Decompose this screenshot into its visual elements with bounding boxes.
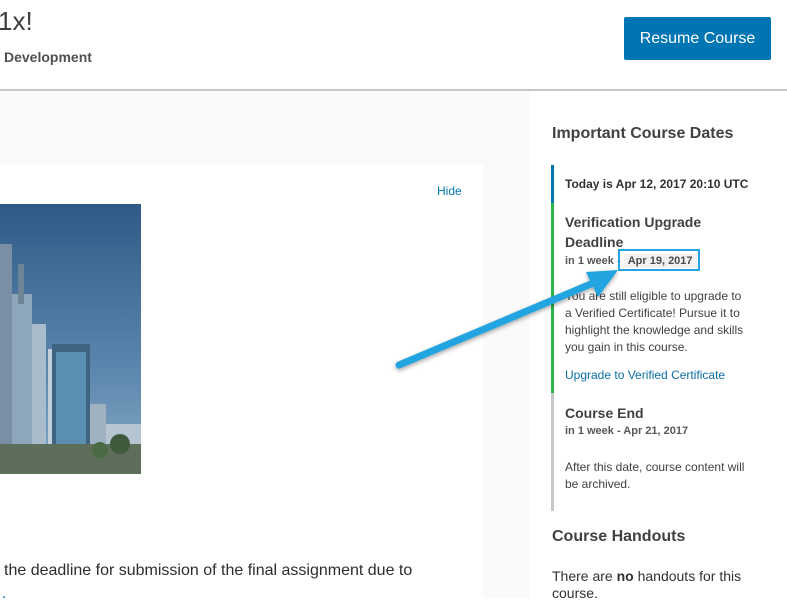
verification-relative: in 1 week	[565, 255, 614, 267]
course-end-title: Course End	[565, 405, 644, 421]
verification-title-line1: Verification Upgrade	[565, 214, 702, 230]
city-skyline-image	[0, 204, 141, 474]
handouts-post: handouts for this	[633, 568, 742, 584]
course-end-desc-line: be archived.	[565, 477, 631, 491]
verification-deadline-title: Verification Upgrade Deadline	[565, 212, 701, 252]
today-date: Today is Apr 12, 2017 20:10 UTC	[565, 177, 749, 191]
course-header: 1x! Development Resume Course	[0, 0, 787, 91]
verification-desc-line: a Verified Certificate! Pursue it to	[565, 306, 740, 320]
handouts-line2: course.	[552, 585, 598, 601]
handouts-bold: no	[616, 568, 634, 584]
verification-desc-line: highlight the knowledge and skills	[565, 323, 744, 337]
course-end-description: After this date, course content will be …	[565, 459, 765, 493]
course-end-date: in 1 week - Apr 21, 2017	[565, 425, 689, 437]
upgrade-verified-link[interactable]: Upgrade to Verified Certificate	[565, 368, 725, 382]
timeline-verified-bar	[551, 203, 554, 393]
course-end-desc-line: After this date, course content will	[565, 460, 745, 474]
annotation-highlight-box	[618, 249, 700, 271]
handouts-message: There are no handouts for this course.	[552, 568, 772, 602]
course-hero-image	[0, 204, 141, 474]
welcome-body-link[interactable]: .	[2, 585, 6, 603]
timeline-end-bar	[551, 393, 554, 511]
hide-welcome-link[interactable]: Hide	[437, 184, 462, 198]
verification-description: You are still eligible to upgrade to a V…	[565, 288, 765, 356]
course-title: 1x!	[0, 6, 33, 36]
important-dates-heading: Important Course Dates	[552, 125, 734, 142]
timeline-today-bar	[551, 165, 554, 203]
course-handouts-heading: Course Handouts	[552, 528, 686, 545]
handouts-pre: There are	[552, 568, 617, 584]
verification-desc-line: you gain in this course.	[565, 340, 688, 354]
verification-desc-line: You are still eligible to upgrade to	[565, 289, 742, 303]
course-subtitle: Development	[4, 49, 92, 65]
welcome-body-text: l the deadline for submission of the fin…	[0, 562, 413, 579]
resume-course-button[interactable]: Resume Course	[624, 17, 771, 60]
